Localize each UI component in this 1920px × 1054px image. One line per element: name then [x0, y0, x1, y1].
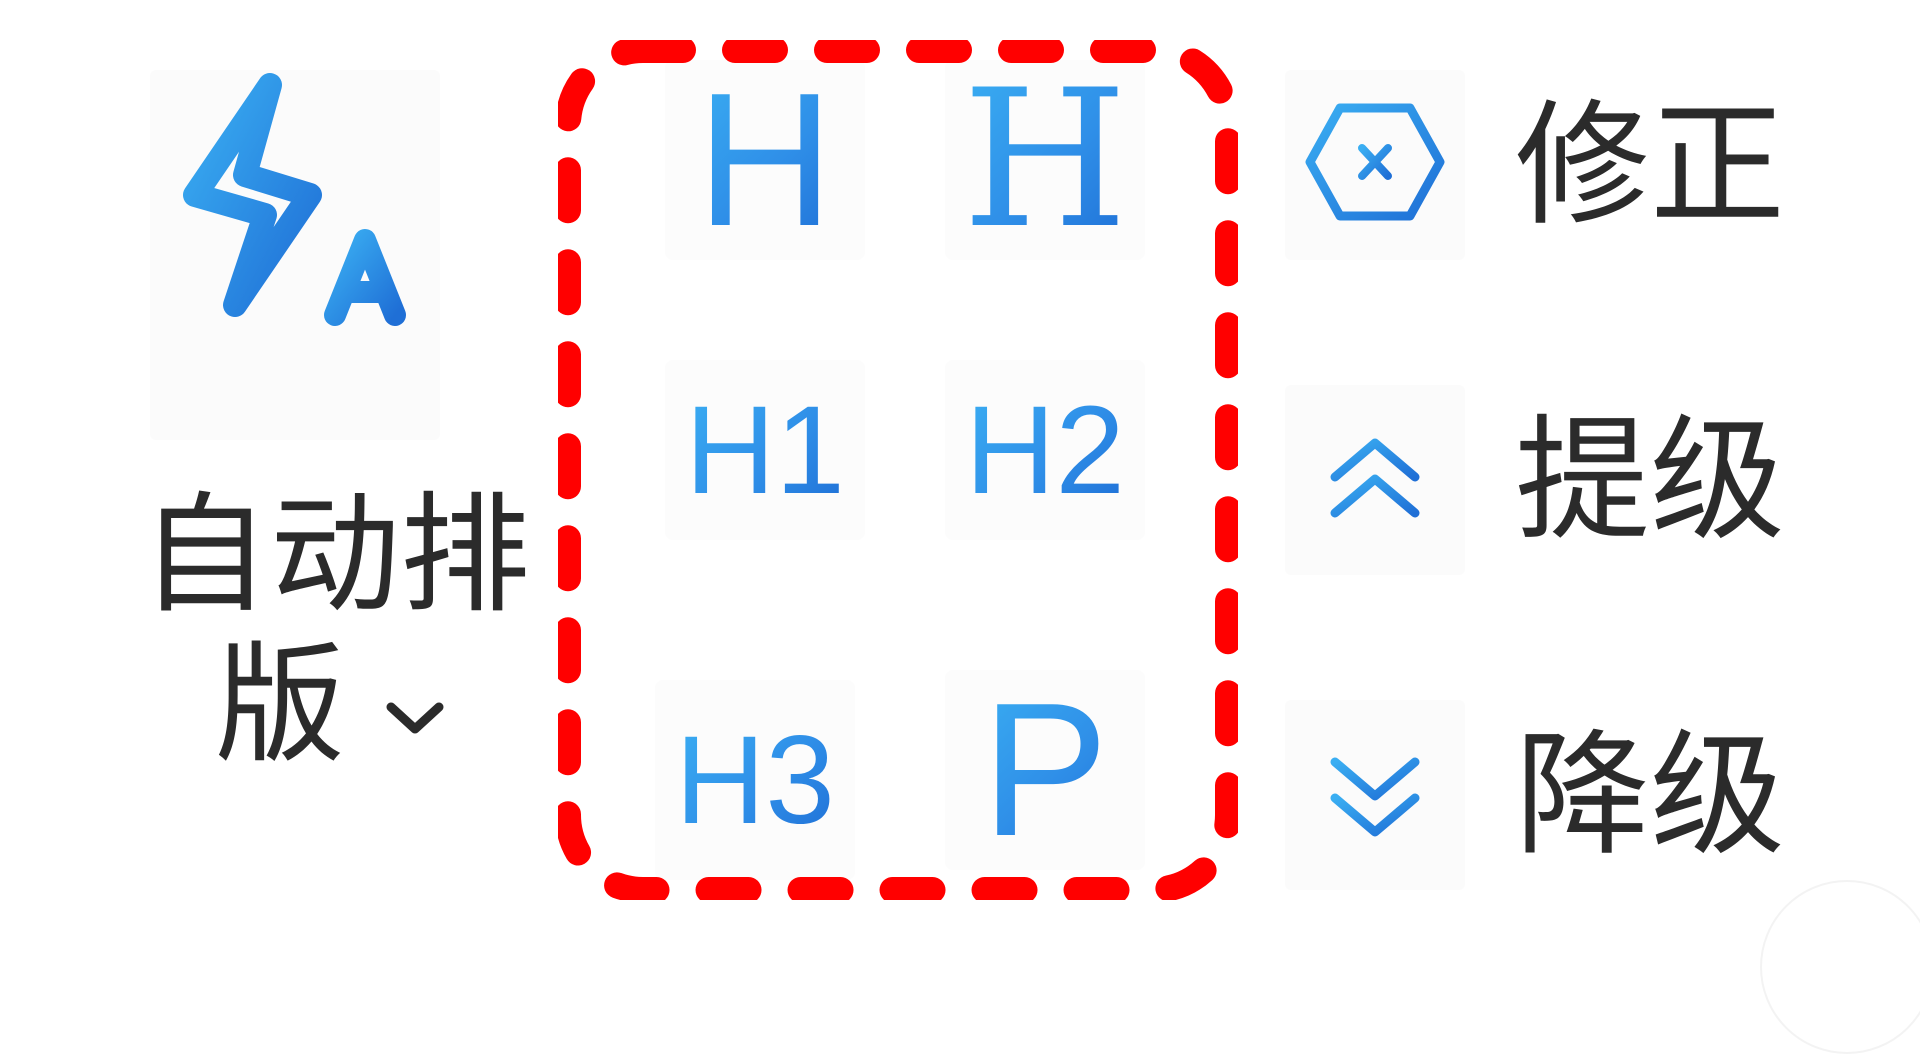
heading-style-serif-button[interactable]: H	[945, 60, 1145, 260]
chevron-down-icon[interactable]	[385, 629, 445, 759]
fix-button[interactable]: 修正	[1285, 70, 1845, 260]
double-chevron-down-icon	[1285, 700, 1465, 890]
heading-style-sans-label: H	[696, 54, 834, 266]
promote-label: 提级	[1515, 401, 1785, 559]
demote-label: 降级	[1515, 716, 1785, 874]
promote-button[interactable]: 提级	[1285, 385, 1845, 575]
paragraph-button[interactable]: P	[945, 670, 1145, 870]
heading-style-grid: H H H1 H2 H3 P	[655, 60, 1205, 900]
fix-label: 修正	[1515, 86, 1785, 244]
demote-button[interactable]: 降级	[1285, 700, 1845, 890]
double-chevron-up-icon	[1285, 385, 1465, 575]
heading-3-label: H3	[675, 710, 835, 850]
heading-3-button[interactable]: H3	[655, 680, 855, 880]
heading-style-sans-button[interactable]: H	[665, 60, 865, 260]
auto-format-label: 自动排 版	[140, 490, 560, 770]
heading-1-label: H1	[685, 380, 845, 520]
paragraph-label: P	[981, 664, 1109, 876]
auto-format-icon	[150, 70, 440, 440]
heading-2-button[interactable]: H2	[945, 360, 1145, 540]
auto-format-button[interactable]: 自动排 版	[130, 60, 560, 860]
heading-2-label: H2	[965, 380, 1125, 520]
auto-format-label-line1: 自动排	[140, 490, 531, 620]
faint-circle-decoration	[1760, 880, 1920, 1054]
hexagon-close-icon	[1285, 70, 1465, 260]
heading-style-serif-label: H	[962, 49, 1128, 270]
heading-1-button[interactable]: H1	[665, 360, 865, 540]
auto-format-label-line2: 版	[215, 629, 346, 781]
